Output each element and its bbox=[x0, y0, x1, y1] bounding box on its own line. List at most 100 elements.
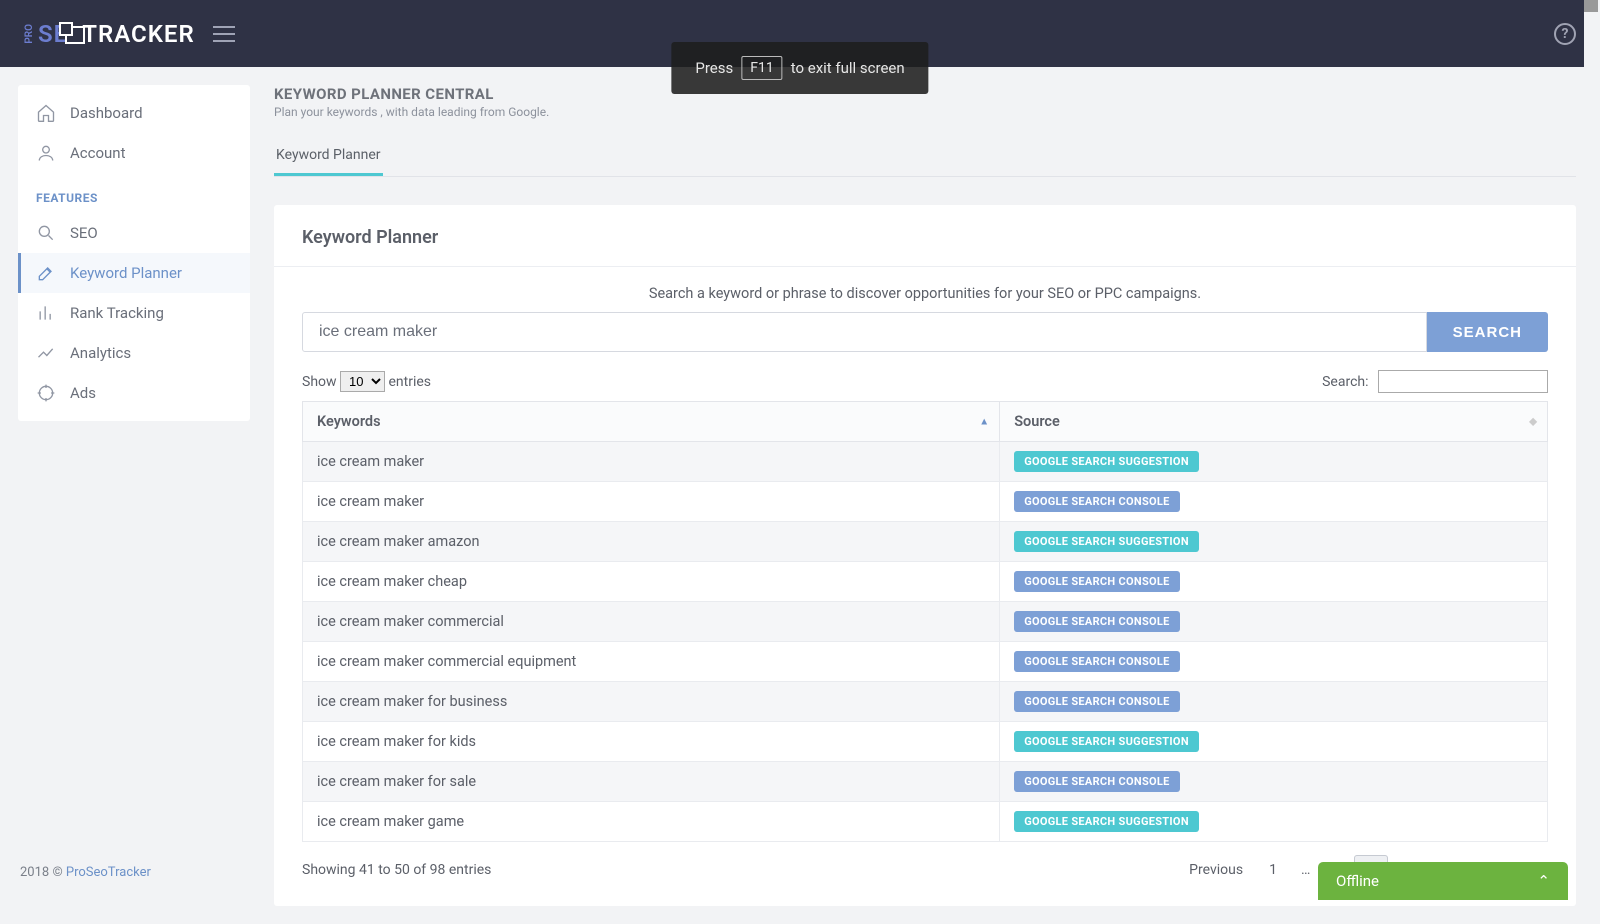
bar-chart-icon bbox=[36, 303, 56, 323]
table-row[interactable]: ice cream maker GOOGLE SEARCH SUGGESTION bbox=[303, 442, 1548, 482]
cell-keyword: ice cream maker bbox=[303, 442, 1000, 482]
target-icon bbox=[36, 383, 56, 403]
sidebar-item-account[interactable]: Account bbox=[18, 133, 250, 173]
table-row[interactable]: ice cream maker commercial GOOGLE SEARCH … bbox=[303, 602, 1548, 642]
main-content: KEYWORD PLANNER CENTRAL Plan your keywor… bbox=[250, 67, 1600, 924]
page-subtitle: Plan your keywords , with data leading f… bbox=[274, 105, 1576, 119]
source-badge: GOOGLE SEARCH SUGGESTION bbox=[1014, 811, 1199, 832]
keyword-planner-card: Keyword Planner Search a keyword or phra… bbox=[274, 205, 1576, 906]
scrollbar-thumb[interactable] bbox=[1584, 0, 1598, 12]
table-row[interactable]: ice cream maker cheap GOOGLE SEARCH CONSO… bbox=[303, 562, 1548, 602]
pagination-previous[interactable]: Previous bbox=[1177, 856, 1255, 884]
fullscreen-press-label: Press bbox=[695, 59, 733, 77]
footer-brand-link[interactable]: ProSeoTracker bbox=[66, 865, 151, 880]
sidebar: Dashboard Account FEATURES SEO Keyword P… bbox=[18, 85, 250, 421]
card-title: Keyword Planner bbox=[274, 227, 1576, 267]
cell-source: GOOGLE SEARCH SUGGESTION bbox=[1000, 522, 1548, 562]
cell-source: GOOGLE SEARCH CONSOLE bbox=[1000, 762, 1548, 802]
cell-source: GOOGLE SEARCH SUGGESTION bbox=[1000, 442, 1548, 482]
cell-keyword: ice cream maker for sale bbox=[303, 762, 1000, 802]
sidebar-item-label: SEO bbox=[70, 224, 98, 242]
cell-keyword: ice cream maker for kids bbox=[303, 722, 1000, 762]
source-badge: GOOGLE SEARCH SUGGESTION bbox=[1014, 731, 1199, 752]
cell-source: GOOGLE SEARCH CONSOLE bbox=[1000, 642, 1548, 682]
offline-status-bar[interactable]: Offline ⌃ bbox=[1318, 862, 1568, 900]
helper-text: Search a keyword or phrase to discover o… bbox=[302, 285, 1548, 302]
cell-keyword: ice cream maker commercial bbox=[303, 602, 1000, 642]
footer-copyright: 2018 © ProSeoTracker bbox=[20, 865, 151, 880]
offline-label: Offline bbox=[1336, 872, 1379, 890]
show-entries-control: Show 10 entries bbox=[302, 371, 431, 392]
home-icon bbox=[36, 103, 56, 123]
sidebar-item-label: Ads bbox=[70, 384, 96, 402]
sort-asc-icon: ▲ bbox=[979, 416, 989, 427]
table-row[interactable]: ice cream maker for business GOOGLE SEARC… bbox=[303, 682, 1548, 722]
table-search-label: Search: bbox=[1322, 374, 1368, 390]
menu-toggle-button[interactable] bbox=[213, 26, 235, 42]
sidebar-item-keyword-planner[interactable]: Keyword Planner bbox=[18, 253, 250, 293]
table-row[interactable]: ice cream maker game GOOGLE SEARCH SUGGES… bbox=[303, 802, 1548, 842]
showing-text: Showing 41 to 50 of 98 entries bbox=[302, 862, 491, 878]
sidebar-item-rank-tracking[interactable]: Rank Tracking bbox=[18, 293, 250, 333]
table-row[interactable]: ice cream maker commercial equipment GOOG… bbox=[303, 642, 1548, 682]
cell-source: GOOGLE SEARCH CONSOLE bbox=[1000, 562, 1548, 602]
sidebar-item-label: Account bbox=[70, 144, 126, 162]
help-icon[interactable]: ? bbox=[1554, 23, 1576, 45]
scrollbar[interactable] bbox=[1584, 0, 1600, 900]
fullscreen-exit-label: to exit full screen bbox=[791, 59, 905, 77]
table-row[interactable]: ice cream maker amazon GOOGLE SEARCH SUGG… bbox=[303, 522, 1548, 562]
cell-keyword: ice cream maker for business bbox=[303, 682, 1000, 722]
sidebar-item-label: Rank Tracking bbox=[70, 304, 164, 322]
source-badge: GOOGLE SEARCH SUGGESTION bbox=[1014, 451, 1199, 472]
sidebar-section-features: FEATURES bbox=[18, 173, 250, 213]
source-badge: GOOGLE SEARCH CONSOLE bbox=[1014, 491, 1179, 512]
cell-keyword: ice cream maker cheap bbox=[303, 562, 1000, 602]
cell-source: GOOGLE SEARCH SUGGESTION bbox=[1000, 722, 1548, 762]
source-badge: GOOGLE SEARCH CONSOLE bbox=[1014, 691, 1179, 712]
logo-icon bbox=[65, 26, 85, 44]
source-badge: GOOGLE SEARCH CONSOLE bbox=[1014, 771, 1179, 792]
user-icon bbox=[36, 143, 56, 163]
brand-logo[interactable]: PRO SE TRACKER bbox=[24, 20, 195, 48]
fullscreen-hint: Press F11 to exit full screen bbox=[671, 42, 928, 94]
cell-keyword: ice cream maker amazon bbox=[303, 522, 1000, 562]
col-source[interactable]: Source◆ bbox=[1000, 402, 1548, 442]
logo-pro: PRO bbox=[24, 24, 35, 44]
chevron-up-icon: ⌃ bbox=[1537, 872, 1550, 890]
trend-icon bbox=[36, 343, 56, 363]
sidebar-item-label: Analytics bbox=[70, 344, 131, 362]
tab-keyword-planner[interactable]: Keyword Planner bbox=[274, 137, 383, 176]
keyword-search-input[interactable] bbox=[302, 312, 1427, 352]
sidebar-item-label: Keyword Planner bbox=[70, 264, 182, 282]
keywords-table: Keywords▲ Source◆ ice cream maker GOOGLE … bbox=[302, 401, 1548, 842]
source-badge: GOOGLE SEARCH SUGGESTION bbox=[1014, 531, 1199, 552]
search-button[interactable]: SEARCH bbox=[1427, 312, 1548, 352]
entries-select[interactable]: 10 bbox=[340, 371, 385, 392]
pagination-page[interactable]: 1 bbox=[1257, 856, 1289, 884]
sidebar-item-ads[interactable]: Ads bbox=[18, 373, 250, 413]
search-icon bbox=[36, 223, 56, 243]
edit-icon bbox=[36, 263, 56, 283]
cell-keyword: ice cream maker commercial equipment bbox=[303, 642, 1000, 682]
source-badge: GOOGLE SEARCH CONSOLE bbox=[1014, 571, 1179, 592]
table-row[interactable]: ice cream maker GOOGLE SEARCH CONSOLE bbox=[303, 482, 1548, 522]
sidebar-item-label: Dashboard bbox=[70, 104, 143, 122]
col-keywords[interactable]: Keywords▲ bbox=[303, 402, 1000, 442]
cell-source: GOOGLE SEARCH CONSOLE bbox=[1000, 682, 1548, 722]
table-row[interactable]: ice cream maker for sale GOOGLE SEARCH CO… bbox=[303, 762, 1548, 802]
cell-source: GOOGLE SEARCH SUGGESTION bbox=[1000, 802, 1548, 842]
cell-keyword: ice cream maker bbox=[303, 482, 1000, 522]
cell-keyword: ice cream maker game bbox=[303, 802, 1000, 842]
table-search-input[interactable] bbox=[1378, 370, 1548, 393]
cell-source: GOOGLE SEARCH CONSOLE bbox=[1000, 602, 1548, 642]
source-badge: GOOGLE SEARCH CONSOLE bbox=[1014, 651, 1179, 672]
table-row[interactable]: ice cream maker for kids GOOGLE SEARCH SU… bbox=[303, 722, 1548, 762]
fullscreen-key: F11 bbox=[741, 56, 782, 80]
cell-source: GOOGLE SEARCH CONSOLE bbox=[1000, 482, 1548, 522]
logo-tracker: TRACKER bbox=[82, 20, 195, 48]
sidebar-item-seo[interactable]: SEO bbox=[18, 213, 250, 253]
sidebar-item-dashboard[interactable]: Dashboard bbox=[18, 93, 250, 133]
sidebar-item-analytics[interactable]: Analytics bbox=[18, 333, 250, 373]
sort-icon: ◆ bbox=[1529, 416, 1537, 427]
source-badge: GOOGLE SEARCH CONSOLE bbox=[1014, 611, 1179, 632]
